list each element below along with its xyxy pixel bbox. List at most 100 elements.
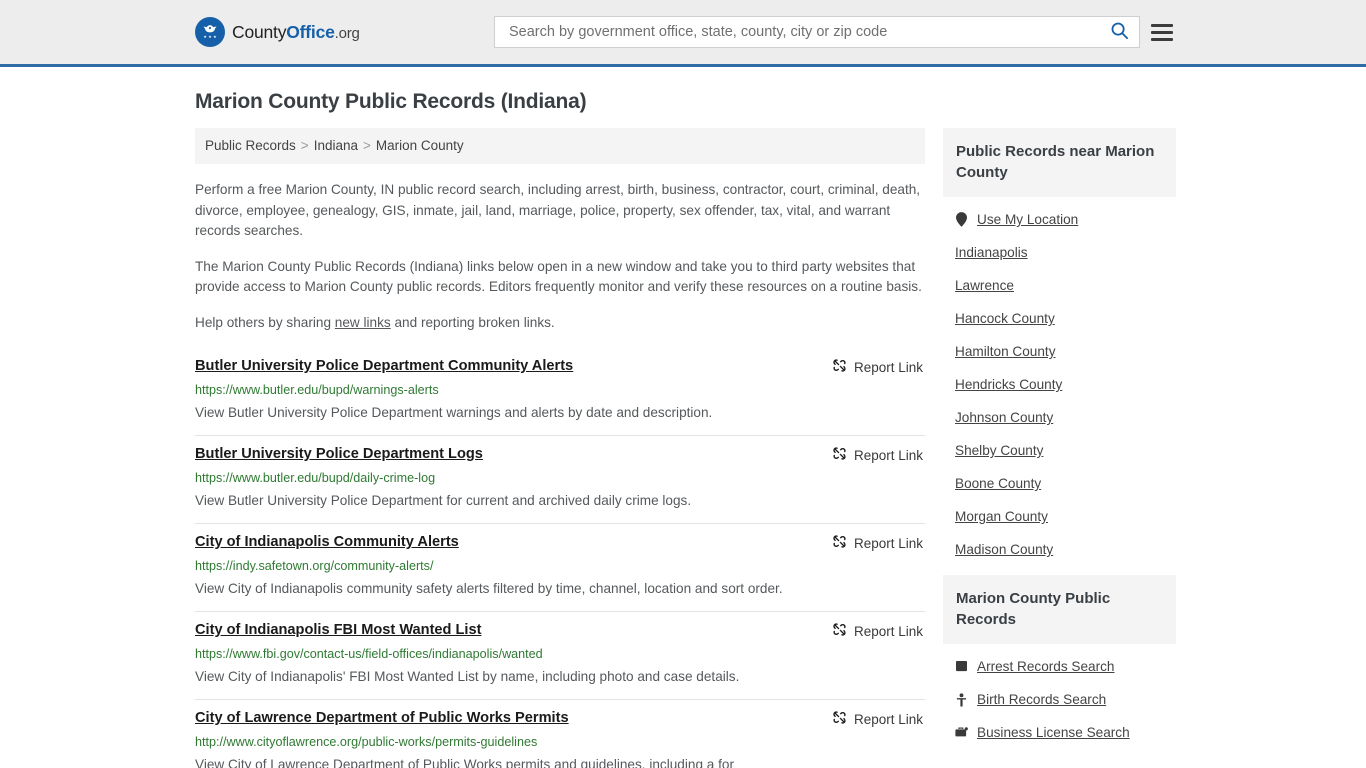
- sidebar-nearby-link-label[interactable]: Hamilton County: [955, 344, 1056, 359]
- report-link-button[interactable]: Report Link: [832, 533, 925, 552]
- report-link-label: Report Link: [853, 447, 923, 463]
- intro-text: Perform a free Marion County, IN public …: [195, 180, 925, 333]
- eagle-seal-icon: [195, 17, 225, 47]
- sidebar-nearby-link-label[interactable]: Hancock County: [955, 311, 1055, 326]
- report-link-label: Report Link: [853, 359, 923, 375]
- hamburger-bar: [1151, 30, 1173, 34]
- intro-paragraph-3: Help others by sharing new links and rep…: [195, 313, 925, 334]
- use-my-location-label[interactable]: Use My Location: [977, 212, 1078, 227]
- sidebar-nearby-link-label[interactable]: Indianapolis: [955, 245, 1028, 260]
- report-link-button[interactable]: Report Link: [832, 357, 925, 376]
- result-title-link[interactable]: Butler University Police Department Logs: [195, 445, 483, 464]
- near-records-list: Use My Location Indianapolis Lawrence Hanc…: [943, 197, 1176, 566]
- sidebar-nearby-link-label[interactable]: Boone County: [955, 476, 1041, 491]
- hamburger-bar: [1151, 37, 1173, 41]
- result-url: https://www.butler.edu/bupd/warnings-ale…: [195, 383, 439, 397]
- briefcase-gear-icon: [955, 726, 968, 739]
- sidebar-nearby-link-label[interactable]: Lawrence: [955, 278, 1014, 293]
- sidebar: Public Records near Marion County Use My…: [943, 128, 1176, 758]
- sidebar-nearby-link[interactable]: Hendricks County: [955, 368, 1176, 401]
- sidebar-nearby-link[interactable]: Indianapolis: [955, 236, 1176, 269]
- results-list: Butler University Police Department Comm…: [195, 348, 925, 768]
- sidebar-nearby-link-label[interactable]: Hendricks County: [955, 377, 1062, 392]
- result-title-link[interactable]: City of Indianapolis FBI Most Wanted Lis…: [195, 621, 481, 640]
- baby-icon: [955, 692, 968, 707]
- breadcrumb-separator: >: [300, 138, 309, 153]
- search-input[interactable]: [507, 23, 1108, 41]
- result-url: https://www.butler.edu/bupd/daily-crime-…: [195, 471, 436, 485]
- sidebar-nearby-link[interactable]: Lawrence: [955, 269, 1176, 302]
- result-item: Butler University Police Department Logs…: [195, 436, 925, 524]
- report-link-label: Report Link: [853, 711, 923, 727]
- brand-text-office: Office: [286, 21, 335, 42]
- map-pin-icon: [955, 212, 968, 227]
- sidebar-nearby-link[interactable]: Johnson County: [955, 401, 1176, 434]
- result-header: City of Lawrence Department of Public Wo…: [195, 709, 925, 728]
- result-header: Butler University Police Department Logs…: [195, 445, 925, 464]
- sidebar-nearby-link[interactable]: Shelby County: [955, 434, 1176, 467]
- sidebar-record-search-item[interactable]: Business License Search: [955, 716, 1176, 749]
- broken-link-icon: [832, 622, 847, 640]
- sidebar-nearby-link-label[interactable]: Johnson County: [955, 410, 1053, 425]
- sidebar-item-use-my-location[interactable]: Use My Location: [955, 203, 1176, 236]
- breadcrumb: Public Records > Indiana > Marion County: [195, 128, 925, 164]
- result-title-link[interactable]: City of Indianapolis Community Alerts: [195, 533, 459, 552]
- sidebar-nearby-link[interactable]: Hancock County: [955, 302, 1176, 335]
- result-header: City of Indianapolis Community Alerts Rep…: [195, 533, 925, 552]
- breadcrumb-item-marion-county[interactable]: Marion County: [376, 138, 464, 153]
- result-url: http://www.cityoflawrence.org/public-wor…: [195, 735, 538, 749]
- sidebar-nearby-link[interactable]: Madison County: [955, 533, 1176, 566]
- result-description: View City of Lawrence Department of Publ…: [195, 757, 734, 768]
- search-button[interactable]: [1108, 21, 1131, 43]
- new-links-link[interactable]: new links: [335, 315, 391, 330]
- result-item: Butler University Police Department Comm…: [195, 348, 925, 436]
- result-description: View Butler University Police Department…: [195, 405, 713, 420]
- site-header: CountyOffice.org: [0, 0, 1366, 67]
- result-title-link[interactable]: Butler University Police Department Comm…: [195, 357, 573, 376]
- page-container: Marion County Public Records (Indiana) P…: [0, 90, 1366, 768]
- sidebar-record-search-item[interactable]: Arrest Records Search: [955, 650, 1176, 683]
- search-icon: [1110, 21, 1129, 43]
- sidebar-record-search-label[interactable]: Birth Records Search: [977, 692, 1106, 707]
- intro-p3-before: Help others by sharing: [195, 314, 335, 330]
- result-item: City of Lawrence Department of Public Wo…: [195, 700, 925, 768]
- sidebar-nearby-link[interactable]: Boone County: [955, 467, 1176, 500]
- county-records-list: Arrest Records Search Birth Records Searc…: [943, 644, 1176, 749]
- intro-paragraph-1: Perform a free Marion County, IN public …: [195, 182, 921, 238]
- hamburger-menu-icon[interactable]: [1151, 23, 1173, 41]
- report-link-button[interactable]: Report Link: [832, 621, 925, 640]
- broken-link-icon: [832, 446, 847, 464]
- result-item: City of Indianapolis FBI Most Wanted Lis…: [195, 612, 925, 700]
- result-description: View City of Indianapolis community safe…: [195, 581, 783, 596]
- near-records-box: Public Records near Marion County Use My…: [943, 128, 1176, 566]
- brand-text-org: .org: [334, 24, 360, 42]
- report-link-button[interactable]: Report Link: [832, 709, 925, 728]
- result-description: View Butler University Police Department…: [195, 493, 692, 508]
- result-header: City of Indianapolis FBI Most Wanted Lis…: [195, 621, 925, 640]
- report-link-button[interactable]: Report Link: [832, 445, 925, 464]
- sidebar-nearby-link[interactable]: Hamilton County: [955, 335, 1176, 368]
- site-logo-link[interactable]: CountyOffice.org: [195, 17, 360, 47]
- broken-link-icon: [832, 358, 847, 376]
- sidebar-nearby-link-label[interactable]: Morgan County: [955, 509, 1048, 524]
- sidebar-record-search-item[interactable]: Birth Records Search: [955, 683, 1176, 716]
- sidebar-record-search-label[interactable]: Business License Search: [977, 725, 1130, 740]
- report-link-label: Report Link: [853, 623, 923, 639]
- hamburger-bar: [1151, 23, 1173, 27]
- breadcrumb-item-indiana[interactable]: Indiana: [314, 138, 358, 153]
- search-bar[interactable]: [494, 16, 1140, 48]
- intro-paragraph-2: The Marion County Public Records (Indian…: [195, 258, 922, 295]
- sidebar-record-search-label[interactable]: Arrest Records Search: [977, 659, 1115, 674]
- broken-link-icon: [832, 534, 847, 552]
- main-column: Public Records > Indiana > Marion County Per…: [195, 128, 925, 768]
- sidebar-nearby-link-label[interactable]: Madison County: [955, 542, 1053, 557]
- result-url: https://indy.safetown.org/community-aler…: [195, 559, 434, 573]
- nearby-links-container: Indianapolis Lawrence Hancock County Hamilt…: [955, 236, 1176, 566]
- sidebar-nearby-link[interactable]: Morgan County: [955, 500, 1176, 533]
- sidebar-nearby-link-label[interactable]: Shelby County: [955, 443, 1043, 458]
- result-title-link[interactable]: City of Lawrence Department of Public Wo…: [195, 709, 569, 728]
- county-records-box: Marion County Public Records Arrest Reco…: [943, 575, 1176, 749]
- broken-link-icon: [832, 710, 847, 728]
- intro-p3-after: and reporting broken links.: [390, 314, 555, 330]
- breadcrumb-item-public-records[interactable]: Public Records: [205, 138, 296, 153]
